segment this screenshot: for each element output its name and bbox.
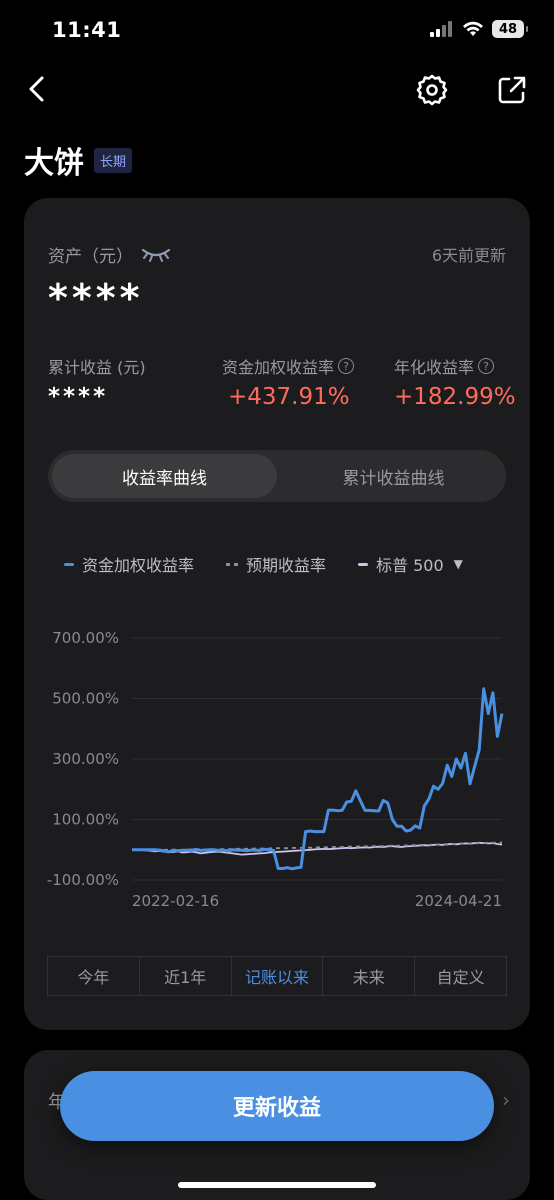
status-bar: 11:41 48 (0, 0, 554, 60)
return-chart[interactable]: 700.00% 500.00% 300.00% 100.00% -100.00% 2022… (24, 618, 530, 918)
account-type-tag: 长期 (94, 147, 133, 173)
weighted-return-label: 资金加权收益率 ? (222, 354, 355, 378)
y-tick-label: 700.00% (52, 629, 119, 647)
legend-label: 资金加权收益率 (82, 556, 195, 575)
curve-tabs: 收益率曲线 累计收益曲线 (48, 450, 506, 502)
status-icons: 48 (430, 20, 528, 38)
y-tick-label: 500.00% (52, 690, 119, 708)
asset-card: 资产（元） 6天前更新 **** 累计收益 (元) **** 资金加权收益率 ?… (24, 198, 530, 1030)
caret-down-icon: ▼ (453, 557, 463, 571)
battery-level: 48 (498, 21, 518, 37)
legend-swatch (226, 562, 239, 566)
metric-label-text: 年化收益率 (394, 358, 475, 377)
title-row: 大饼 长期 (24, 138, 133, 182)
help-icon[interactable]: ? (478, 358, 495, 374)
home-indicator (178, 1182, 376, 1188)
chevron-right-icon[interactable]: › (502, 1088, 510, 1112)
status-time: 11:41 (52, 18, 122, 42)
metric-label-text: 累计收益 (元) (48, 358, 146, 377)
gear-icon[interactable] (414, 72, 450, 108)
updated-time: 6天前更新 (431, 246, 506, 265)
legend-expected-return[interactable]: 预期收益率 (226, 552, 326, 576)
legend-swatch (64, 562, 74, 566)
metric-label-text: 资金加权收益率 (222, 358, 335, 377)
asset-value: **** (48, 276, 144, 320)
tab-return-curve[interactable]: 收益率曲线 (52, 454, 277, 498)
page-title: 大饼 (24, 146, 84, 181)
cumulative-profit-value: **** (48, 384, 109, 410)
range-since-start[interactable]: 记账以来 (232, 957, 324, 995)
y-tick-label: -100.00% (47, 871, 119, 889)
range-selector: 今年 近1年 记账以来 未来 自定义 (47, 956, 507, 996)
range-future[interactable]: 未来 (323, 957, 416, 995)
y-tick-label: 300.00% (52, 750, 119, 768)
weighted-return-value: +437.91% (228, 384, 350, 410)
x-tick-label: 2024-04-21 (415, 892, 502, 910)
help-icon[interactable]: ? (338, 358, 355, 374)
chart-legend: 资金加权收益率 预期收益率 标普 500 ▼ (64, 552, 504, 576)
legend-label: 预期收益率 (246, 556, 327, 575)
wifi-icon (463, 21, 483, 36)
nav-bar (0, 66, 554, 116)
legend-weighted-return[interactable]: 资金加权收益率 (64, 552, 194, 576)
eye-closed-icon[interactable] (141, 246, 171, 264)
legend-benchmark-dropdown[interactable]: 标普 500 ▼ (358, 552, 463, 576)
share-icon[interactable] (494, 72, 530, 108)
y-tick-label: 100.00% (52, 811, 119, 829)
asset-label: 资产（元） (48, 247, 133, 267)
signal-icon (430, 21, 452, 37)
range-last-1-year[interactable]: 近1年 (140, 957, 232, 995)
annualized-return-label: 年化收益率 ? (394, 354, 495, 378)
x-tick-label: 2022-02-16 (132, 892, 219, 910)
legend-swatch (358, 562, 369, 566)
range-custom[interactable]: 自定义 (415, 957, 506, 995)
back-icon[interactable] (20, 72, 54, 106)
asset-label-row: 资产（元） (48, 242, 171, 267)
cumulative-profit-label: 累计收益 (元) (48, 354, 146, 378)
battery-icon: 48 (492, 20, 528, 38)
range-this-year[interactable]: 今年 (48, 957, 140, 995)
update-profit-button[interactable]: 更新收益 (60, 1071, 494, 1141)
tab-cumulative-curve[interactable]: 累计收益曲线 (281, 450, 506, 502)
series-line-weighted-return (132, 687, 504, 871)
legend-label: 标普 500 (376, 556, 444, 575)
annualized-return-value: +182.99% (394, 384, 516, 410)
